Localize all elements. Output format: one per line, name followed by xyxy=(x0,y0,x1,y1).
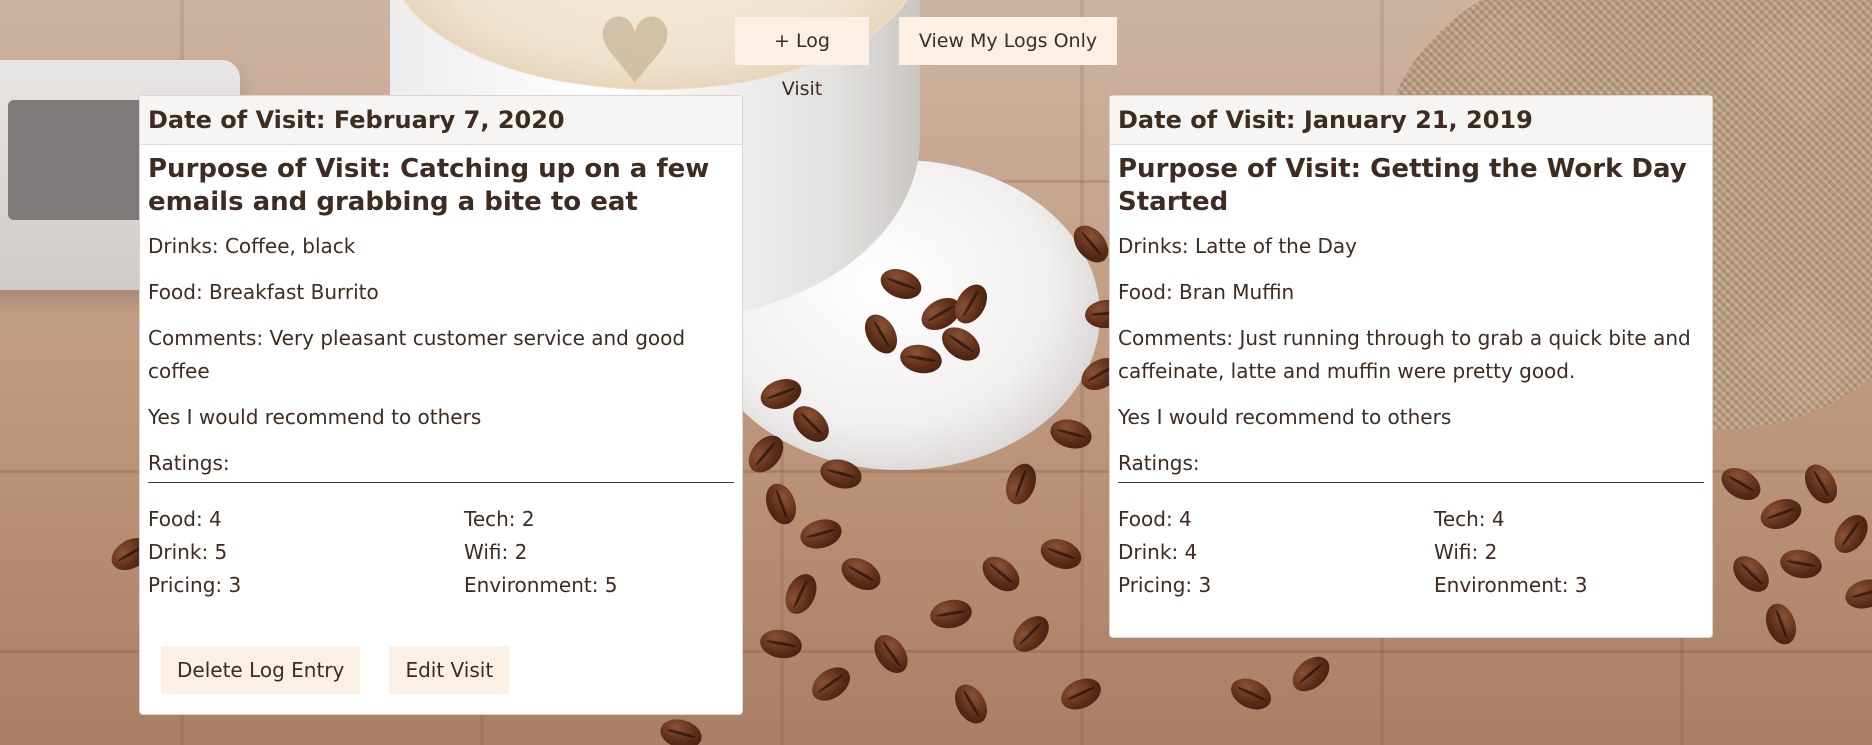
visit-purpose: Purpose of Visit: Catching up on a few e… xyxy=(148,154,710,217)
visit-purpose: Purpose of Visit: Getting the Work Day S… xyxy=(1118,154,1687,217)
visit-date: Date of Visit: January 21, 2019 xyxy=(1110,96,1712,145)
food-text: Food: Breakfast Burrito xyxy=(148,280,379,304)
drinks-text: Drinks: Latte of the Day xyxy=(1118,234,1358,258)
edit-visit-button[interactable]: Edit Visit xyxy=(389,646,510,694)
log-visit-button[interactable]: + Log Visit xyxy=(735,17,869,100)
food-text: Food: Bran Muffin xyxy=(1118,280,1295,304)
rating-wifi: Wifi: 2 xyxy=(464,540,528,564)
comments-text: Comments: Just running through to grab a… xyxy=(1118,326,1691,383)
rating-drink: Drink: 4 xyxy=(1118,540,1198,564)
visit-log-card: Date of Visit: February 7, 2020 Purpose … xyxy=(139,95,743,715)
rating-wifi: Wifi: 2 xyxy=(1434,540,1498,564)
card-actions: Delete Log Entry Edit Visit xyxy=(161,646,533,694)
comments-text: Comments: Very pleasant customer service… xyxy=(148,326,686,383)
view-my-logs-button[interactable]: View My Logs Only xyxy=(899,17,1117,65)
latte-heart-icon: ♥ xyxy=(594,0,676,104)
delete-log-entry-button[interactable]: Delete Log Entry xyxy=(161,646,361,694)
rating-drink: Drink: 5 xyxy=(148,540,228,564)
recommendation-text: Yes I would recommend to others xyxy=(1118,405,1452,429)
rating-food: Food: 4 xyxy=(1118,507,1192,531)
recommendation-text: Yes I would recommend to others xyxy=(148,405,482,429)
drinks-text: Drinks: Coffee, black xyxy=(148,234,356,258)
visit-date: Date of Visit: February 7, 2020 xyxy=(140,96,742,145)
ratings-heading: Ratings: xyxy=(148,447,734,483)
rating-food: Food: 4 xyxy=(148,507,222,531)
rating-environment: Environment: 3 xyxy=(1434,573,1588,597)
rating-pricing: Pricing: 3 xyxy=(148,573,242,597)
visit-log-card: Date of Visit: January 21, 2019 Purpose … xyxy=(1109,95,1713,638)
card-body: Purpose of Visit: Catching up on a few e… xyxy=(140,145,742,610)
ratings-grid: Food: 4 Tech: 4 Drink: 4 Wifi: 2 Pricing… xyxy=(1118,503,1704,602)
rating-tech: Tech: 2 xyxy=(464,507,535,531)
card-body: Purpose of Visit: Getting the Work Day S… xyxy=(1110,145,1712,610)
rating-tech: Tech: 4 xyxy=(1434,507,1505,531)
ratings-grid: Food: 4 Tech: 2 Drink: 5 Wifi: 2 Pricing… xyxy=(148,503,734,602)
ratings-heading: Ratings: xyxy=(1118,447,1704,483)
rating-pricing: Pricing: 3 xyxy=(1118,573,1212,597)
rating-environment: Environment: 5 xyxy=(464,573,618,597)
